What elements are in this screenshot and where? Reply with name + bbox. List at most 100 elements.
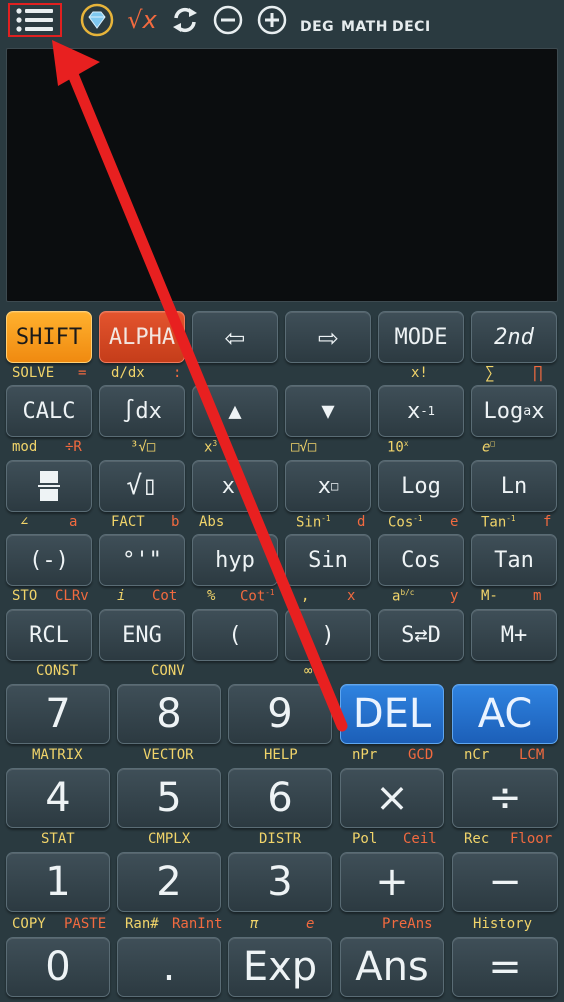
plus-circle-icon: [257, 5, 287, 35]
left-arrow-icon: ⇦: [224, 317, 246, 357]
label-cotinv: Cot-1: [240, 588, 275, 605]
label-floor: Floor: [510, 831, 553, 847]
log-base-button[interactable]: Log a x: [471, 385, 557, 437]
label-angle: ∠: [20, 514, 29, 530]
power-button[interactable]: x □: [285, 460, 371, 512]
sqrt-x-icon: √x: [127, 6, 157, 34]
tan-button[interactable]: Tan: [471, 534, 557, 586]
label-x: x: [347, 588, 356, 604]
up-triangle-icon: ▲: [228, 398, 242, 424]
label-npr: nPr: [352, 747, 378, 763]
left-paren-button[interactable]: (: [192, 609, 278, 661]
cursor-left-button[interactable]: ⇦: [192, 311, 278, 363]
label-stat: STAT: [41, 831, 75, 847]
menu-icon: [16, 8, 53, 32]
label-lcm: LCM: [519, 747, 545, 763]
label-b: b: [171, 514, 180, 530]
display-screen[interactable]: [6, 48, 558, 302]
shift-button[interactable]: SHIFT: [6, 311, 92, 363]
equals-button[interactable]: =: [452, 937, 558, 997]
all-clear-button[interactable]: AC: [452, 684, 558, 744]
label-sigma: ∑: [485, 363, 495, 382]
digit-0-button[interactable]: 0: [6, 937, 110, 997]
digit-9-button[interactable]: 9: [228, 684, 332, 744]
divide-button[interactable]: ÷: [452, 768, 558, 828]
label-pi: π: [250, 916, 259, 932]
rcl-button[interactable]: RCL: [6, 609, 92, 661]
digit-5-button[interactable]: 5: [117, 768, 221, 828]
label-y: y: [450, 588, 459, 604]
calc-button[interactable]: CALC: [6, 385, 92, 437]
label-clrv: CLRv: [55, 588, 89, 604]
zoom-out-button[interactable]: [210, 3, 246, 37]
right-arrow-icon: ⇨: [317, 317, 339, 357]
digit-2-button[interactable]: 2: [117, 852, 221, 912]
digit-4-button[interactable]: 4: [6, 768, 110, 828]
decimal-button[interactable]: .: [117, 937, 221, 997]
digit-7-button[interactable]: 7: [6, 684, 110, 744]
label-xcube: x3: [204, 439, 218, 456]
second-button[interactable]: 2nd: [471, 311, 557, 363]
label-percent: %: [207, 588, 216, 604]
eng-button[interactable]: ENG: [99, 609, 185, 661]
label-mminus: M-: [481, 588, 498, 604]
cos-button[interactable]: Cos: [378, 534, 464, 586]
square-button[interactable]: x²: [192, 460, 278, 512]
negative-button[interactable]: (-): [6, 534, 92, 586]
multiply-button[interactable]: ×: [340, 768, 444, 828]
label-help: HELP: [264, 747, 298, 763]
alpha-button[interactable]: ALPHA: [99, 311, 185, 363]
sin-button[interactable]: Sin: [285, 534, 371, 586]
premium-button[interactable]: [78, 3, 116, 37]
label-ran: Ran#: [125, 916, 159, 932]
label-fact: FACT: [111, 514, 145, 530]
cursor-up-button[interactable]: ▲: [192, 385, 278, 437]
label-comma: ,: [301, 588, 310, 604]
label-sininv: Sin-1: [296, 514, 331, 531]
label-mod: mod: [12, 439, 38, 455]
integral-button[interactable]: ∫dx: [99, 385, 185, 437]
convert-button[interactable]: [166, 3, 204, 37]
ln-button[interactable]: Ln: [471, 460, 557, 512]
fraction-button[interactable]: [6, 460, 92, 512]
ans-button[interactable]: Ans: [340, 937, 444, 997]
input-mode-indicator: MATH: [341, 19, 388, 35]
label-matrix: MATRIX: [32, 747, 83, 763]
reciprocal-button[interactable]: x -1: [378, 385, 464, 437]
m-plus-button[interactable]: M+: [471, 609, 557, 661]
label-pol: Pol: [352, 831, 378, 847]
sqrt-x-button[interactable]: √x: [122, 3, 162, 37]
label-ranint: RanInt: [172, 916, 223, 932]
minus-button[interactable]: −: [452, 852, 558, 912]
exp-button[interactable]: Exp: [228, 937, 332, 997]
minus-circle-icon: [213, 5, 243, 35]
digit-1-button[interactable]: 1: [6, 852, 110, 912]
digit-3-button[interactable]: 3: [228, 852, 332, 912]
sd-button[interactable]: S⇄D: [378, 609, 464, 661]
mode-button[interactable]: MODE: [378, 311, 464, 363]
digit-8-button[interactable]: 8: [117, 684, 221, 744]
right-paren-button[interactable]: ): [285, 609, 371, 661]
hyp-button[interactable]: hyp: [192, 534, 278, 586]
label-equals: =: [78, 365, 87, 381]
label-a: a: [69, 514, 78, 530]
log-button[interactable]: Log: [378, 460, 464, 512]
label-distr: DISTR: [259, 831, 302, 847]
refresh-icon: [173, 7, 197, 33]
delete-button[interactable]: DEL: [340, 684, 444, 744]
menu-button[interactable]: [8, 3, 62, 37]
label-cosinv: Cos-1: [388, 514, 423, 531]
cursor-right-button[interactable]: ⇨: [285, 311, 371, 363]
label-gcd: GCD: [408, 747, 434, 763]
label-cmplx: CMPLX: [148, 831, 191, 847]
plus-button[interactable]: +: [340, 852, 444, 912]
label-m: m: [533, 588, 542, 604]
sqrt-button[interactable]: √▯: [99, 460, 185, 512]
label-nroot: □√□: [291, 439, 317, 455]
zoom-in-button[interactable]: [254, 3, 290, 37]
label-sto: STO: [12, 588, 38, 604]
digit-6-button[interactable]: 6: [228, 768, 332, 828]
degree-button[interactable]: °'": [99, 534, 185, 586]
angle-unit-indicator: DEG: [300, 19, 335, 35]
cursor-down-button[interactable]: ▼: [285, 385, 371, 437]
